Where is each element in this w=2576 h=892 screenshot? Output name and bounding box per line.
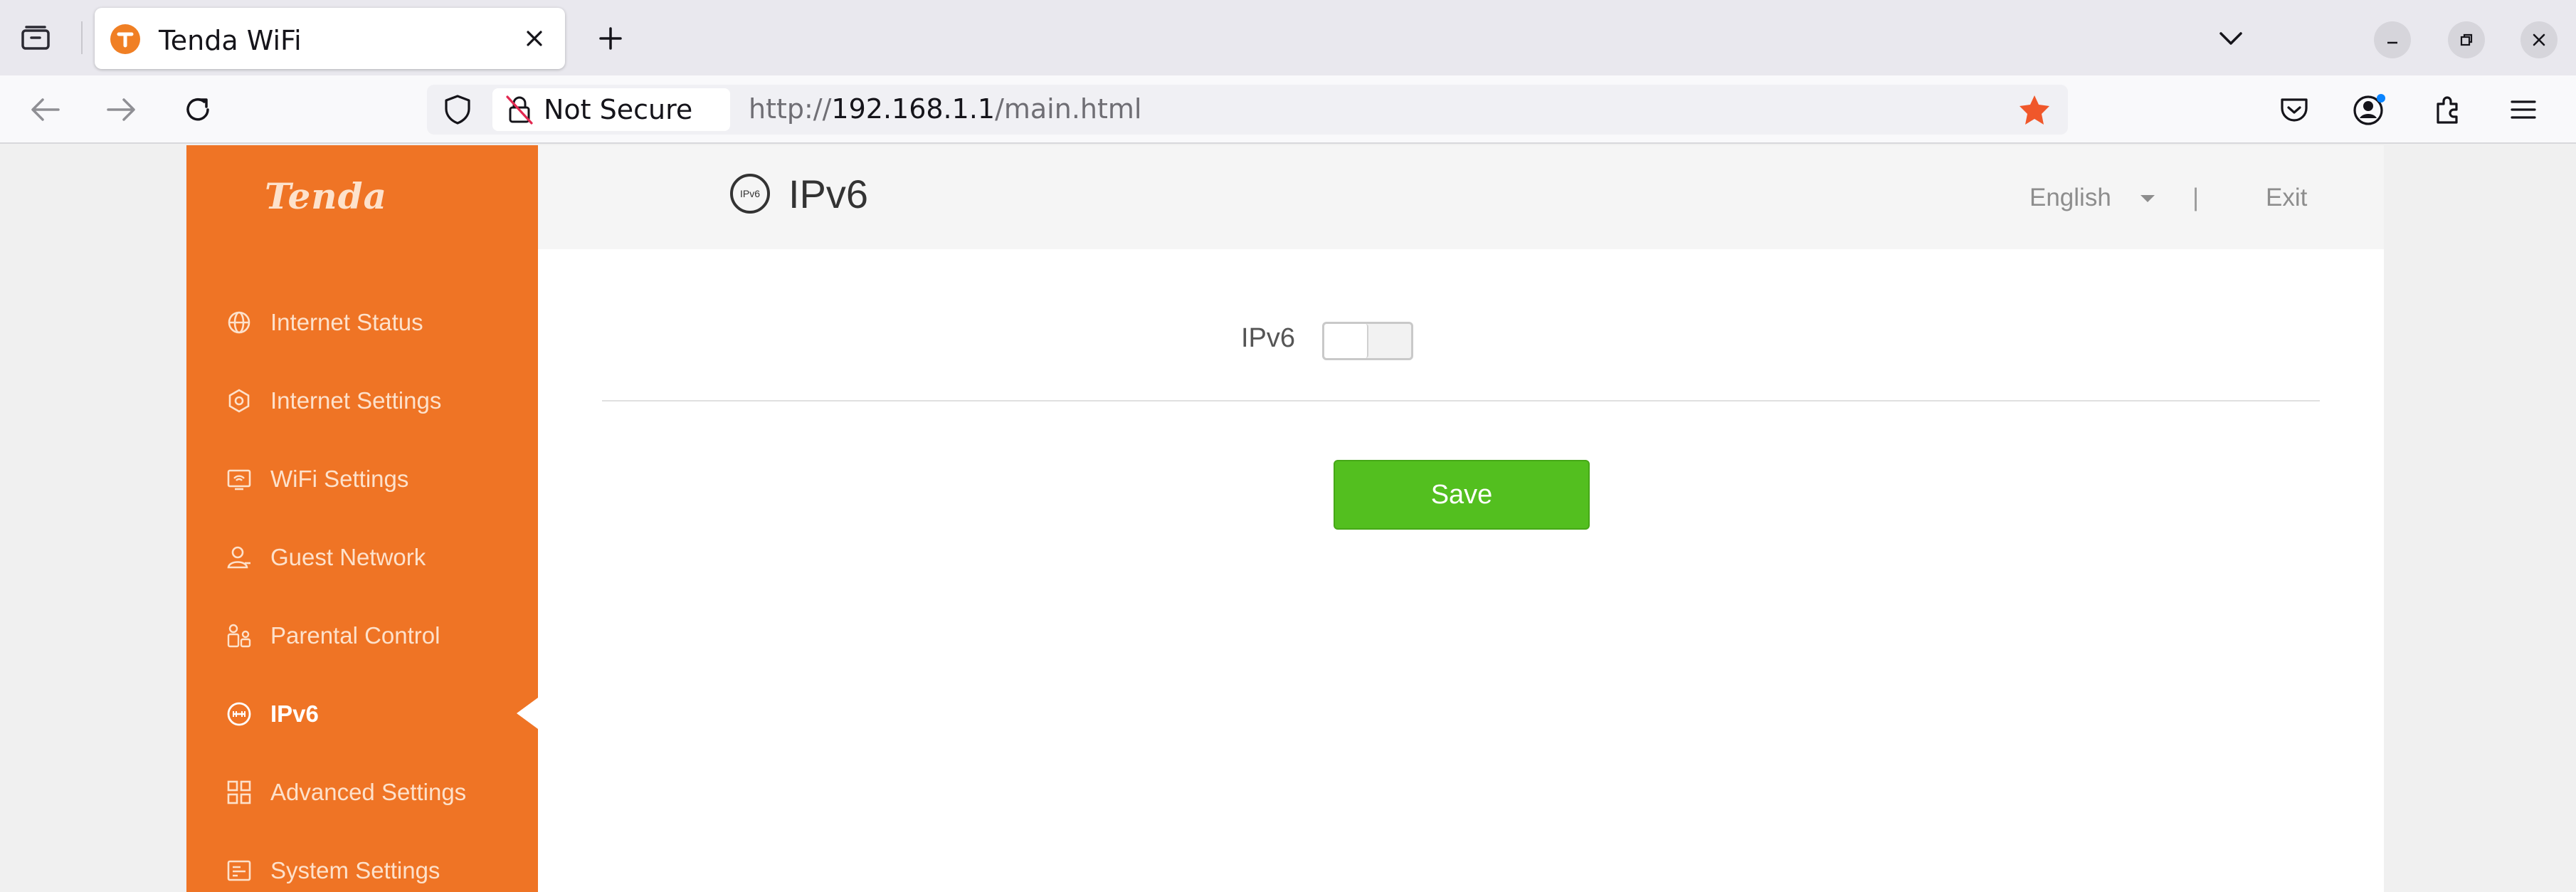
sidebar-item-parental-control[interactable]: Parental Control (186, 596, 538, 674)
sidebar-item-label: IPv6 (270, 701, 319, 727)
ipv6-icon: IPv6 (729, 172, 771, 215)
url-scheme: http:// (749, 93, 832, 125)
save-to-pocket-button[interactable] (2273, 88, 2316, 131)
sidebar-item-label: Advanced Settings (270, 779, 467, 805)
tab-list-icon (21, 26, 50, 50)
chevron-down-icon (2219, 32, 2242, 45)
sidebar-item-label: Internet Status (270, 309, 423, 335)
forward-button[interactable] (100, 88, 142, 131)
browser-navigation-bar: Not Secure http://192.168.1.1/main.html (0, 75, 2576, 144)
shield-icon (445, 95, 470, 125)
url-path: /main.html (995, 93, 1142, 125)
exit-link[interactable]: Exit (2266, 184, 2307, 212)
bookmark-page-button[interactable] (2015, 90, 2054, 129)
tab-strip-separator (81, 21, 83, 54)
restore-window-button[interactable] (2448, 21, 2485, 58)
site-security-indicator[interactable]: Not Secure (492, 88, 730, 131)
sidebar: Tenda Internet Status Internet Settings … (186, 145, 538, 892)
close-window-button[interactable] (2520, 21, 2557, 58)
extensions-button[interactable] (2427, 88, 2469, 131)
page-title: IPv6 (788, 172, 869, 216)
reload-button[interactable] (176, 88, 219, 131)
pocket-icon (2281, 98, 2308, 122)
ipv6-icon-text: IPv6 (740, 188, 760, 199)
tracking-protection-button[interactable] (440, 92, 475, 127)
not-secure-label: Not Secure (544, 94, 693, 125)
router-admin-page: Tenda Internet Status Internet Settings … (0, 145, 2576, 892)
guest-user-icon (226, 545, 252, 570)
ipv6-toggle[interactable] (1322, 322, 1413, 360)
system-settings-icon (226, 858, 252, 883)
caret-down-icon[interactable] (2140, 195, 2155, 202)
ipv6-toggle-label: IPv6 (1241, 323, 1296, 353)
wifi-settings-icon (226, 466, 252, 492)
sidebar-item-ipv6[interactable]: IPv6 (186, 674, 538, 752)
toggle-knob (1324, 324, 1368, 358)
page-header: IPv6 IPv6 English | Exit (538, 145, 2384, 249)
close-icon (2533, 33, 2545, 46)
url-host: 192.168.1.1 (831, 93, 996, 125)
close-icon (527, 31, 542, 46)
sidebar-item-label: Parental Control (270, 622, 440, 649)
browser-tab-strip: Tenda WiFi (0, 0, 2576, 75)
sidebar-item-label: Guest Network (270, 544, 426, 570)
account-icon (2353, 94, 2385, 125)
account-button[interactable] (2348, 88, 2391, 131)
sidebar-item-internet-status[interactable]: Internet Status (186, 283, 538, 361)
sidebar-item-advanced-settings[interactable]: Advanced Settings (186, 752, 538, 831)
internet-settings-icon (226, 388, 252, 414)
url-text[interactable]: http://192.168.1.1/main.html (749, 93, 1141, 125)
tab-title: Tenda WiFi (159, 25, 302, 56)
new-tab-button[interactable] (589, 20, 632, 57)
sidebar-item-label: Internet Settings (270, 387, 442, 414)
browser-tab-tenda[interactable]: Tenda WiFi (95, 8, 565, 69)
sidebar-item-internet-settings[interactable]: Internet Settings (186, 361, 538, 439)
app-menu-button[interactable] (2502, 88, 2545, 131)
hamburger-menu-icon (2511, 100, 2536, 119)
tab-list-button[interactable] (13, 20, 58, 56)
reload-icon (186, 98, 209, 121)
tenda-favicon-icon (110, 24, 140, 54)
advanced-grid-icon (226, 780, 252, 805)
address-bar[interactable]: Not Secure http://192.168.1.1/main.html (427, 85, 2068, 135)
globe-icon (226, 310, 252, 335)
list-all-tabs-button[interactable] (2212, 20, 2250, 57)
tab-close-button[interactable] (518, 22, 551, 55)
sidebar-item-system-settings[interactable]: System Settings (186, 831, 538, 892)
minimize-icon (2387, 41, 2397, 44)
insecure-lock-icon (498, 88, 541, 131)
header-separator: | (2192, 184, 2200, 211)
tenda-logo: Tenda (265, 175, 387, 217)
sidebar-item-label: WiFi Settings (270, 466, 409, 492)
divider (602, 400, 2320, 402)
save-button[interactable]: Save (1334, 460, 1590, 530)
minimize-window-button[interactable] (2374, 21, 2411, 58)
active-item-pointer (517, 698, 538, 729)
star-icon (2020, 95, 2049, 125)
sidebar-item-guest-network[interactable]: Guest Network (186, 518, 538, 596)
sidebar-item-label: System Settings (270, 857, 440, 883)
ipv6-settings-panel: IPv6 Save (538, 249, 2384, 892)
sidebar-item-wifi-settings[interactable]: WiFi Settings (186, 439, 538, 518)
puzzle-icon (2437, 96, 2458, 124)
language-selector[interactable]: English (2029, 184, 2111, 212)
plus-icon (599, 27, 622, 50)
parental-control-icon (226, 623, 252, 649)
arrow-right-icon (107, 98, 135, 121)
restore-icon (2460, 33, 2473, 46)
back-button[interactable] (24, 88, 67, 131)
ipv6-icon (226, 701, 252, 727)
arrow-left-icon (31, 98, 60, 121)
